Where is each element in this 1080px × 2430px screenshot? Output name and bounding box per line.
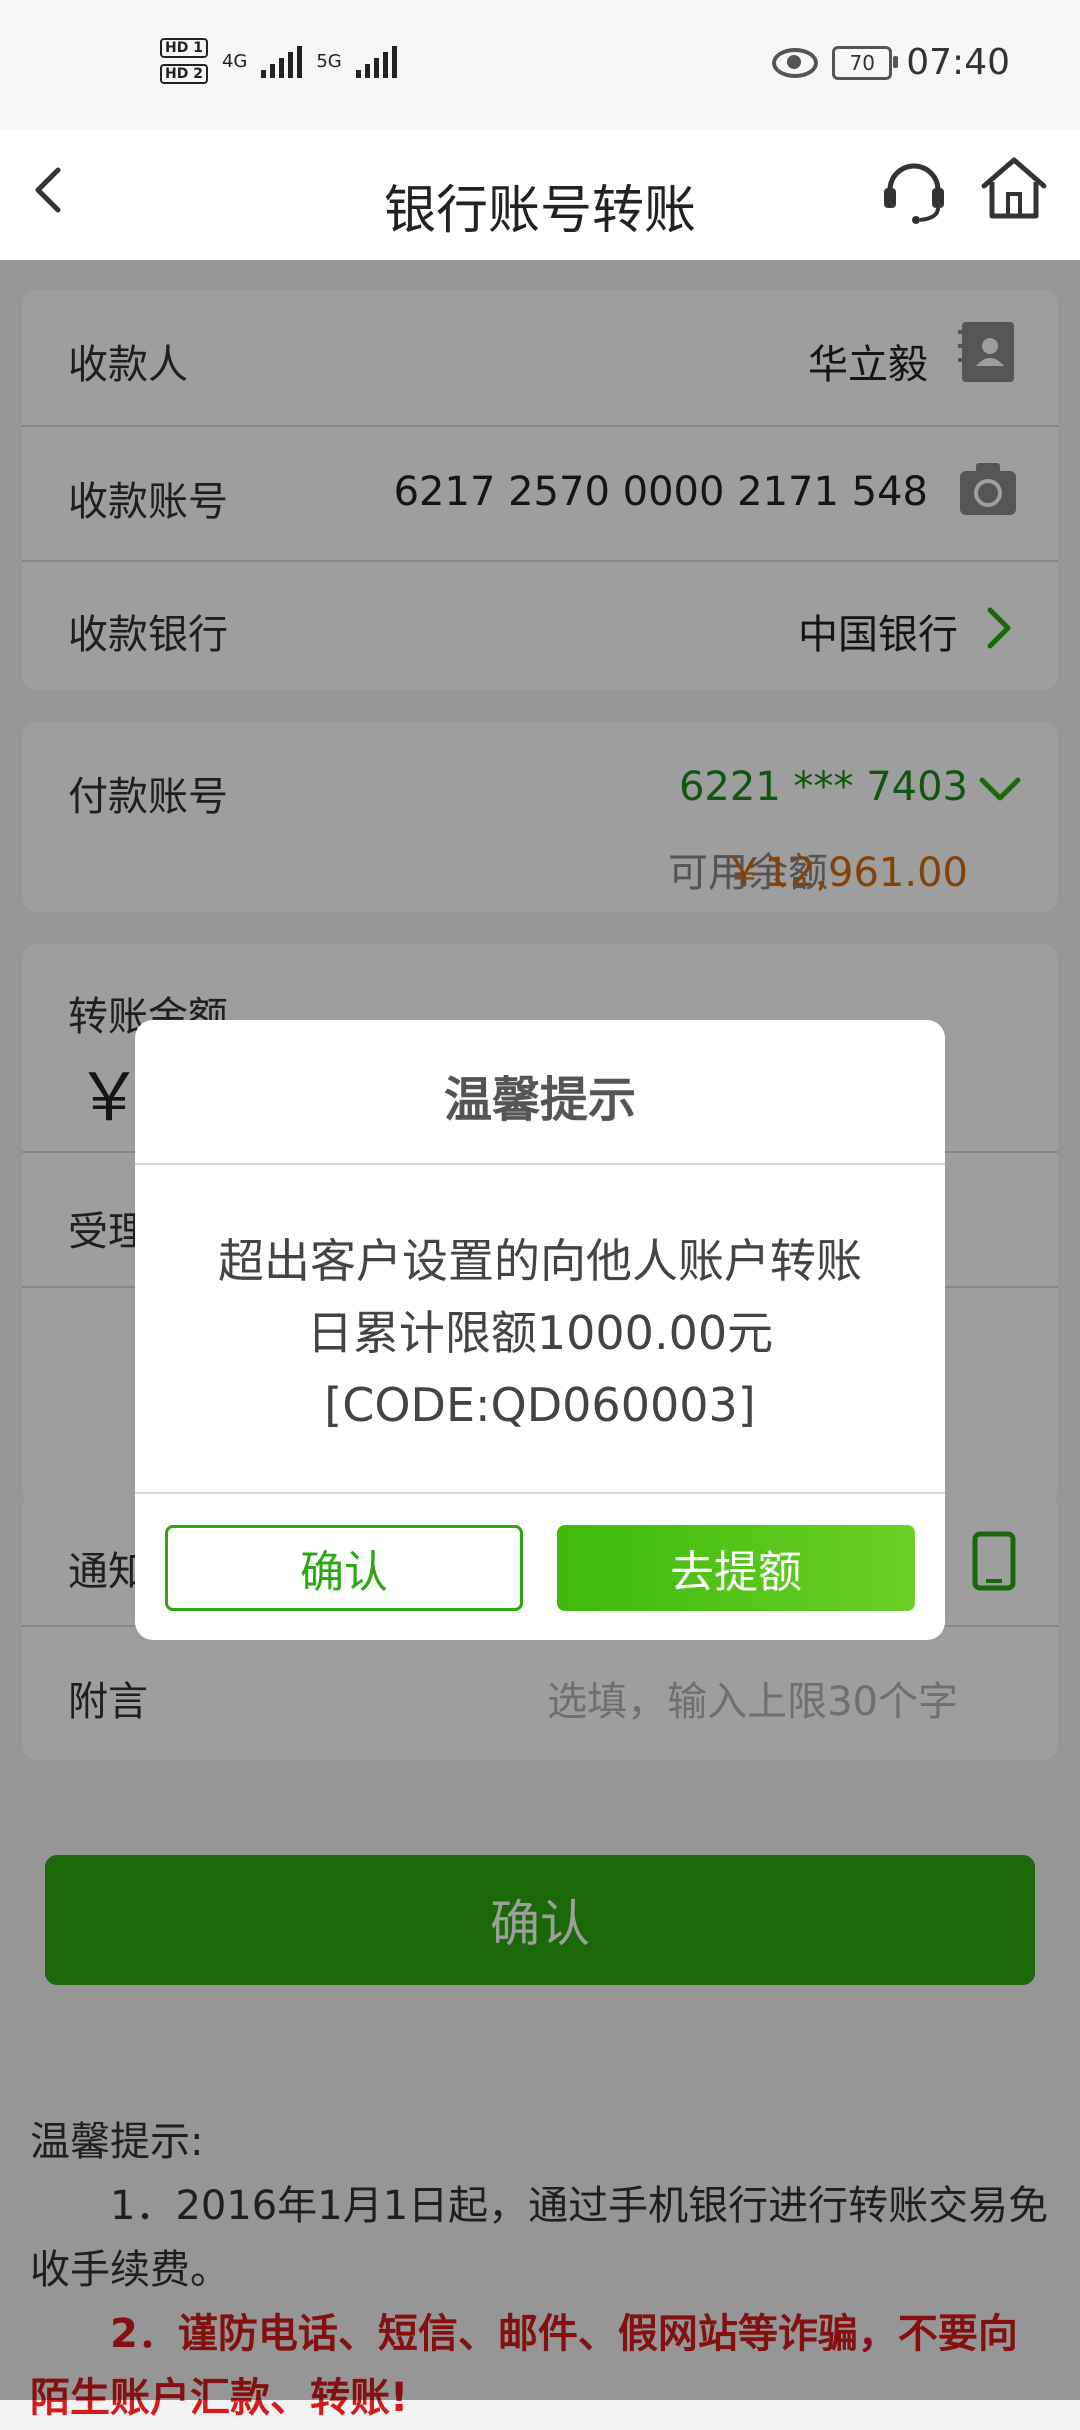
signal-5g-icon [355, 44, 397, 78]
warning-dialog: 温馨提示 超出客户设置的向他人账户转账 日累计限额1000.00元 [CODE:… [135, 1020, 945, 1640]
network-4g-label: 4G [221, 50, 248, 72]
status-right: 70 07:40 [772, 42, 1010, 83]
hd2-badge: HD 2 [160, 64, 208, 84]
dialog-title: 温馨提示 [443, 1072, 636, 1128]
app-header: 银行账号转账 [0, 130, 1080, 260]
hd-indicators: HD 1 HD 2 [160, 38, 208, 84]
dialog-message: 超出客户设置的向他人账户转账 日累计限额1000.00元 [CODE:QD060… [135, 1225, 945, 1441]
dialog-message-line1: 超出客户设置的向他人账户转账 [218, 1234, 862, 1288]
status-bar: HD 1 HD 2 4G 5G 70 07:40 [0, 0, 1080, 130]
signal-4g-icon [261, 44, 303, 78]
raise-limit-button[interactable]: 去提额 [557, 1525, 915, 1611]
eye-comfort-icon [772, 47, 819, 78]
dialog-message-line3: [CODE:QD060003] [324, 1378, 756, 1432]
battery-level: 70 [849, 50, 875, 75]
home-icon[interactable] [976, 150, 1052, 226]
customer-service-icon[interactable] [876, 150, 952, 226]
network-indicators: HD 1 HD 2 4G 5G [160, 38, 397, 84]
dialog-message-line2: 日累计限额1000.00元 [306, 1306, 774, 1360]
dialog-divider-bottom [135, 1492, 945, 1494]
network-5g-label: 5G [316, 50, 342, 72]
dialog-divider-top [135, 1163, 945, 1165]
clock: 07:40 [906, 42, 1010, 83]
hd1-badge: HD 1 [160, 38, 208, 58]
dialog-confirm-button[interactable]: 确认 [165, 1525, 523, 1611]
battery-icon: 70 [832, 45, 899, 80]
